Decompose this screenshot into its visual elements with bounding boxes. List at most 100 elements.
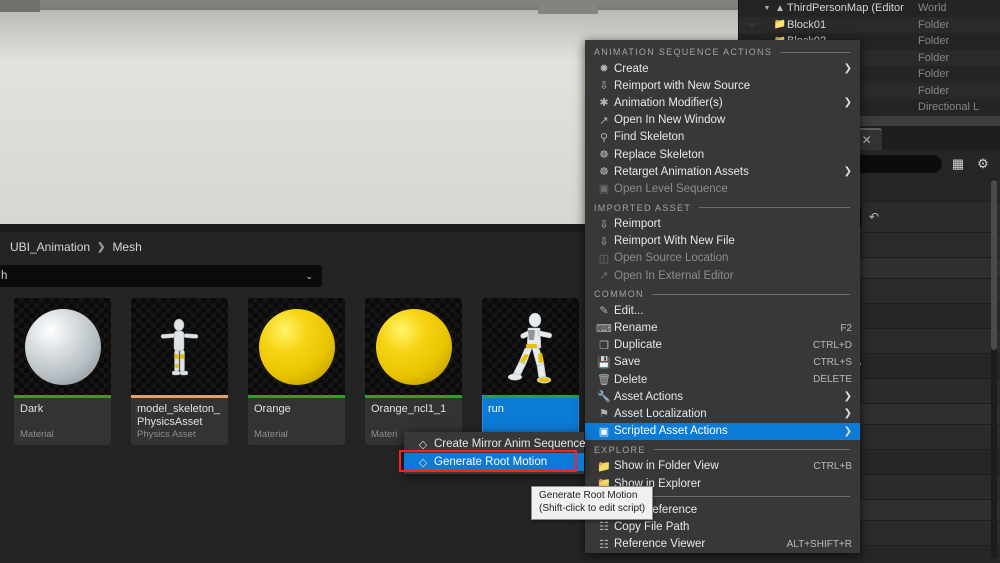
chevron-right-icon: ❯ — [843, 166, 852, 178]
column-divider — [861, 379, 862, 403]
submenu-item-generate-root-motion[interactable]: ◇ Generate Root Motion — [404, 453, 584, 471]
breadcrumb-current[interactable]: Mesh — [112, 240, 141, 254]
submenu-item-create-mirror-anim-sequence[interactable]: ◇ Create Mirror Anim Sequence — [404, 435, 586, 453]
column-divider — [861, 202, 862, 232]
search-input[interactable]: h ⌄ — [0, 265, 322, 287]
menu-item-create[interactable]: ✹ Create ❯ — [585, 60, 860, 77]
column-divider — [861, 425, 862, 449]
menu-item-rename[interactable]: ⌨ Rename F2 — [585, 319, 860, 336]
submenu-item-label: Generate Root Motion — [434, 456, 548, 468]
outliner-item-type: Folder — [918, 18, 950, 31]
level-sequence-icon: ▣ — [598, 183, 610, 196]
menu-item-save[interactable]: 💾 Save CTRL+S — [585, 354, 860, 371]
menu-item-reimport-with-new-source[interactable]: ⇩ Reimport with New Source — [585, 77, 860, 94]
script-icon: ▣ — [598, 425, 610, 438]
tooltip: Generate Root Motion (Shift-click to edi… — [531, 486, 654, 520]
menu-item-label: Scripted Asset Actions — [614, 425, 728, 438]
outliner-item-type: Folder — [918, 35, 950, 48]
asset-tile-physicsasset[interactable]: model_skeleton_PhysicsAsset Physics Asse… — [131, 298, 228, 445]
menu-item-label: Rename — [614, 322, 658, 335]
section-title: IMPORTED ASSET — [594, 202, 692, 213]
folder-open-icon: ◫ — [598, 252, 610, 265]
asset-type: Material — [20, 429, 54, 440]
menu-item-animation-modifiers[interactable]: ✱ Animation Modifier(s) ❯ — [585, 94, 860, 111]
material-sphere-preview — [375, 308, 452, 385]
menu-item-asset-localization[interactable]: ⚑ Asset Localization ❯ — [585, 405, 860, 422]
anim-modifier-icon: ✱ — [599, 97, 609, 110]
asset-name: Orange_ncl1_1 — [371, 403, 447, 415]
menu-item-replace-skeleton[interactable]: ☸ Replace Skeleton — [585, 146, 860, 163]
outliner-item-type: World — [918, 2, 947, 15]
folder-icon: 📁 — [773, 19, 787, 31]
table-view-icon[interactable]: ▦ — [949, 155, 967, 173]
outliner-row[interactable]: ⌵ 📁 Block01 Folder — [739, 16, 1000, 33]
column-divider — [861, 450, 862, 474]
menu-item-reimport-with-new-file[interactable]: ⇩ Reimport With New File — [585, 233, 860, 250]
context-menu-section-header: COMMON — [585, 284, 860, 302]
viewport-horizon — [0, 0, 860, 10]
menu-item-asset-actions[interactable]: 🔧 Asset Actions ❯ — [585, 388, 860, 405]
menu-item-label: Edit... — [614, 304, 644, 317]
chevron-down-icon[interactable]: ▼ — [761, 5, 773, 12]
menu-item-duplicate[interactable]: ❐ Duplicate CTRL+D — [585, 337, 860, 354]
rename-icon: ⌨ — [596, 322, 612, 335]
outliner-item-type: Folder — [918, 68, 950, 81]
asset-tile-run[interactable]: run — [482, 298, 579, 445]
menu-item-delete[interactable]: 🗑 Delete DELETE — [585, 371, 860, 388]
menu-item-reference-viewer[interactable]: ☷ Reference Viewer ALT+SHIFT+R — [585, 536, 860, 553]
folder-view-icon: 📁 — [597, 460, 611, 473]
chevron-right-icon: ❯ — [843, 391, 852, 403]
menu-item-retarget-animation-assets[interactable]: ☸ Retarget Animation Assets ❯ — [585, 163, 860, 180]
menu-item-open-source-location: ◫ Open Source Location — [585, 250, 860, 267]
outliner-item-type: Directional L — [918, 101, 980, 114]
material-sphere-preview — [258, 308, 335, 385]
asset-type: Materi — [371, 429, 398, 440]
gear-icon[interactable]: ⚙ — [974, 155, 992, 173]
asset-name: Dark — [20, 403, 44, 415]
reset-arrow-icon[interactable]: ↶ — [869, 210, 879, 224]
asset-tile-orange-ncl1-1[interactable]: Orange_ncl1_1 Materi — [365, 298, 462, 445]
section-rule — [651, 293, 850, 295]
asset-type: Physics Asset — [137, 429, 196, 440]
menu-item-shortcut: CTRL+D — [812, 339, 852, 351]
menu-item-copy-file-path[interactable]: ☷ Copy File Path — [585, 518, 860, 535]
submenu-item-label: Create Mirror Anim Sequence — [434, 438, 586, 450]
reimport-icon: ⇩ — [599, 218, 609, 231]
menu-item-label: Show in Folder View — [614, 460, 719, 473]
asset-type: Material — [254, 429, 288, 440]
asset-thumbnail — [14, 298, 111, 395]
menu-item-shortcut: F2 — [840, 322, 852, 334]
asset-name: run — [488, 403, 504, 415]
blueprint-diamond-icon: ◇ — [418, 456, 428, 469]
asset-tile-orange[interactable]: Orange Material — [248, 298, 345, 445]
menu-item-find-skeleton[interactable]: ⚲ Find Skeleton — [585, 129, 860, 146]
outliner-item-type: Folder — [918, 51, 950, 64]
chevron-right-icon: ❯ — [97, 241, 106, 253]
menu-item-reimport[interactable]: ⇩ Reimport — [585, 216, 860, 233]
wrench-icon: 🔧 — [597, 391, 611, 404]
menu-item-label: Asset Localization — [614, 407, 707, 420]
menu-item-scripted-asset-actions[interactable]: ▣ Scripted Asset Actions ❯ — [585, 422, 860, 440]
section-rule — [699, 207, 850, 208]
asset-context-menu[interactable]: ANIMATION SEQUENCE ACTIONS ✹ Create ❯ ⇩ … — [585, 40, 860, 553]
outliner-row[interactable]: ▼ ▲ ThirdPersonMap (Editor World — [739, 0, 1000, 17]
menu-item-show-in-folder-view[interactable]: 📁 Show in Folder View CTRL+B — [585, 458, 860, 475]
save-icon: 💾 — [597, 356, 611, 369]
menu-item-edit[interactable]: ✎ Edit... — [585, 302, 860, 319]
visibility-eye-icon[interactable]: ⌵ — [743, 19, 761, 30]
menu-item-label: Duplicate — [614, 339, 662, 352]
column-divider — [861, 279, 862, 303]
close-icon[interactable]: ✕ — [862, 133, 872, 147]
chevron-right-icon: ❯ — [843, 63, 852, 75]
asset-tile-dark[interactable]: Dark Material — [14, 298, 111, 445]
menu-item-label: Retarget Animation Assets — [614, 165, 749, 178]
scrollbar-thumb[interactable] — [991, 180, 997, 350]
scripted-asset-actions-submenu[interactable]: ◇ Create Mirror Anim Sequence ◇ Generate… — [404, 432, 586, 474]
duplicate-icon: ❐ — [599, 339, 609, 352]
context-menu-section-header: EXPLORE — [585, 440, 860, 458]
menu-item-label: Create — [614, 62, 649, 75]
chevron-down-icon[interactable]: ⌄ — [305, 271, 313, 282]
menu-item-open-in-new-window[interactable]: ↗ Open In New Window — [585, 112, 860, 129]
breadcrumb-root[interactable]: UBI_Animation — [10, 240, 90, 254]
flag-icon: ⚑ — [599, 408, 609, 421]
